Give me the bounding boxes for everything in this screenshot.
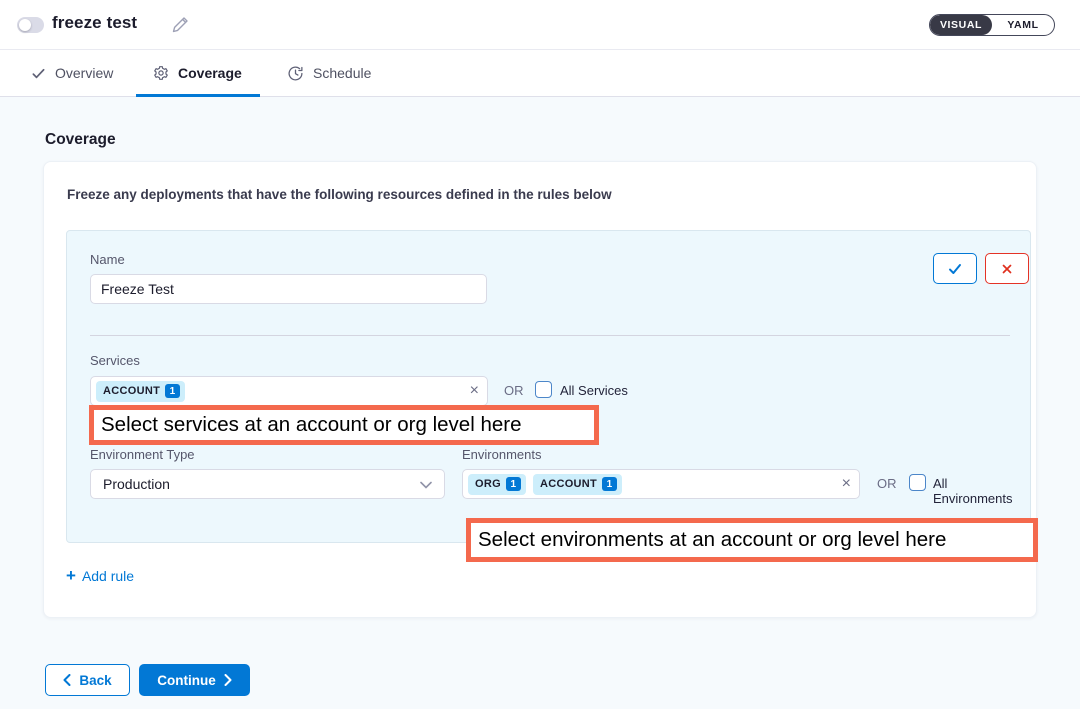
clear-environments-icon[interactable]: × [842, 476, 851, 492]
visual-segment[interactable]: VISUAL [930, 15, 992, 35]
active-tab-underline [136, 94, 260, 97]
header: freeze test VISUAL YAML [0, 0, 1080, 50]
environments-label: Environments [462, 447, 541, 462]
annotation-services-callout: Select services at an account or org lev… [89, 405, 599, 445]
chevron-left-icon [63, 674, 71, 686]
gear-icon [153, 65, 169, 81]
chevron-down-icon [420, 476, 432, 492]
delete-rule-button[interactable] [985, 253, 1029, 284]
add-rule-button[interactable]: + Add rule [66, 567, 134, 584]
tab-label: Schedule [313, 65, 371, 81]
name-label: Name [90, 252, 125, 267]
schedule-clock-icon [287, 65, 304, 82]
toggle-knob [19, 19, 31, 31]
rule-name-input[interactable] [90, 274, 487, 304]
chip-count-badge: 1 [165, 384, 180, 398]
all-environments-checkbox[interactable] [909, 474, 926, 491]
check-icon [31, 66, 46, 81]
environments-multiselect[interactable]: ORG 1 ACCOUNT 1 × [462, 469, 860, 499]
coverage-card: Freeze any deployments that have the fol… [43, 161, 1037, 618]
chip-count-badge: 1 [506, 477, 521, 491]
freeze-title: freeze test [52, 13, 137, 33]
visual-yaml-switch[interactable]: VISUAL YAML [929, 14, 1055, 36]
close-icon [1000, 262, 1014, 276]
tab-schedule[interactable]: Schedule [287, 50, 371, 96]
service-chip[interactable]: ACCOUNT 1 [96, 381, 185, 402]
environment-chip[interactable]: ACCOUNT 1 [533, 474, 622, 495]
rule-panel: Name Services ACCOUNT 1 × OR All Service… [66, 230, 1031, 543]
freeze-enabled-toggle[interactable] [17, 17, 44, 33]
chip-label: ACCOUNT [103, 385, 160, 397]
back-button[interactable]: Back [45, 664, 130, 696]
clear-services-icon[interactable]: × [470, 383, 479, 399]
all-services-label: All Services [560, 383, 628, 398]
all-environments-label: All Environments [933, 476, 1030, 506]
all-services-checkbox[interactable] [535, 381, 552, 398]
page-title: Coverage [45, 131, 116, 149]
services-multiselect[interactable]: ACCOUNT 1 × [90, 376, 488, 406]
tab-coverage[interactable]: Coverage [153, 50, 242, 96]
continue-label: Continue [157, 673, 216, 688]
tab-label: Coverage [178, 65, 242, 81]
back-label: Back [79, 673, 111, 688]
services-or-label: OR [504, 383, 524, 398]
panel-divider [90, 335, 1010, 336]
edit-pencil-icon[interactable] [170, 15, 190, 35]
freeze-window-studio: freeze test VISUAL YAML Overview Coverag… [0, 0, 1080, 709]
environments-or-label: OR [877, 476, 897, 491]
select-value: Production [103, 476, 170, 492]
annotation-environments-callout: Select environments at an account or org… [466, 518, 1038, 562]
add-rule-label: Add rule [82, 568, 134, 584]
chip-label: ORG [475, 478, 501, 490]
services-label: Services [90, 353, 140, 368]
chip-label: ACCOUNT [540, 478, 597, 490]
yaml-segment[interactable]: YAML [992, 15, 1054, 35]
tabbar: Overview Coverage Schedule [0, 50, 1080, 97]
apply-rule-button[interactable] [933, 253, 977, 284]
continue-button[interactable]: Continue [139, 664, 250, 696]
environment-type-label: Environment Type [90, 447, 195, 462]
environment-type-select[interactable]: Production [90, 469, 445, 499]
environment-chip[interactable]: ORG 1 [468, 474, 526, 495]
chip-count-badge: 1 [602, 477, 617, 491]
tab-overview[interactable]: Overview [31, 50, 113, 96]
coverage-description: Freeze any deployments that have the fol… [67, 187, 612, 202]
plus-icon: + [66, 567, 76, 584]
chevron-right-icon [224, 674, 232, 686]
tab-label: Overview [55, 65, 113, 81]
check-icon [947, 261, 963, 277]
